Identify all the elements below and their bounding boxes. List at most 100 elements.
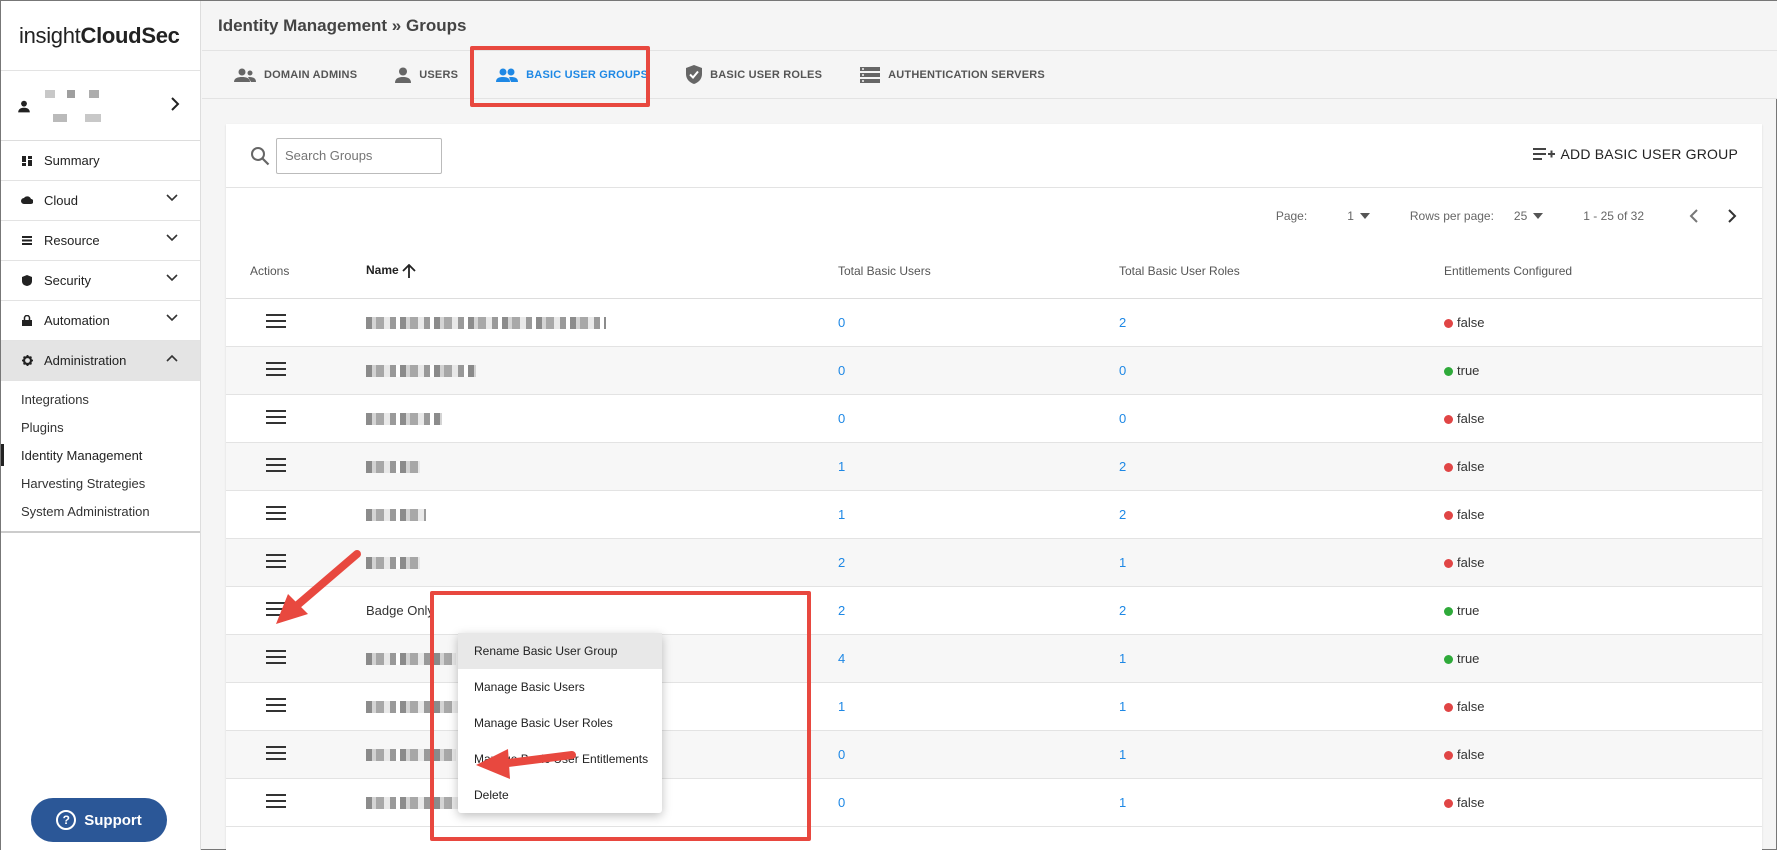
total-roles-link[interactable]: 2 xyxy=(1119,603,1126,618)
menu-icon[interactable] xyxy=(266,313,286,328)
table-row: 1 2 false xyxy=(226,490,1762,539)
actions-cell xyxy=(226,442,354,491)
add-basic-user-group-button[interactable]: ADD BASIC USER GROUP xyxy=(1532,146,1738,162)
total-users-link[interactable]: 0 xyxy=(838,795,845,810)
header-total-users[interactable]: Total Basic Users xyxy=(838,244,1119,299)
users-cell: 0 xyxy=(838,730,1119,779)
sidebar-item-summary[interactable]: Summary xyxy=(1,141,200,181)
group-name-redacted xyxy=(366,317,606,330)
header-total-roles[interactable]: Total Basic User Roles xyxy=(1119,244,1444,299)
total-users-link[interactable]: 1 xyxy=(838,699,845,714)
logo-prefix: insight xyxy=(19,22,81,48)
total-roles-link[interactable]: 0 xyxy=(1119,411,1126,426)
user-group-icon xyxy=(234,68,256,82)
shield-icon xyxy=(21,275,33,287)
menu-icon[interactable] xyxy=(266,457,286,472)
subnav-item-harvesting-strategies[interactable]: Harvesting Strategies xyxy=(1,469,200,497)
sidebar-item-security[interactable]: Security xyxy=(1,261,200,301)
sidebar-item-cloud[interactable]: Cloud xyxy=(1,181,200,221)
total-users-link[interactable]: 2 xyxy=(838,555,845,570)
menu-icon[interactable] xyxy=(266,601,286,616)
tab-bar: DOMAIN ADMINS USERS BASIC USER GROUPS BA… xyxy=(202,51,1777,99)
user-account[interactable] xyxy=(1,71,200,141)
menu-icon[interactable] xyxy=(266,697,286,712)
total-users-link[interactable]: 1 xyxy=(838,507,845,522)
total-users-link[interactable]: 2 xyxy=(838,603,845,618)
menu-icon[interactable] xyxy=(266,793,286,808)
menu-icon[interactable] xyxy=(266,361,286,376)
entitlements-value: false xyxy=(1457,554,1485,570)
users-cell: 0 xyxy=(838,778,1119,827)
subnav-item-identity-management[interactable]: Identity Management xyxy=(1,441,200,469)
menu-icon[interactable] xyxy=(266,409,286,424)
menu-item-manage-entitlements[interactable]: Manage Basic User Entitlements xyxy=(458,741,662,777)
menu-icon[interactable] xyxy=(266,745,286,760)
tab-label: USERS xyxy=(419,68,459,81)
total-roles-link[interactable]: 1 xyxy=(1119,555,1126,570)
rows-per-page-select[interactable]: 25 xyxy=(1514,209,1544,223)
search-input[interactable] xyxy=(276,137,442,174)
total-users-link[interactable]: 0 xyxy=(838,411,845,426)
menu-item-manage-roles[interactable]: Manage Basic User Roles xyxy=(458,705,662,741)
actions-cell xyxy=(226,538,354,587)
sidebar-item-automation[interactable]: Automation xyxy=(1,301,200,341)
page-select[interactable]: 1 xyxy=(1347,209,1370,223)
sidebar-item-resource[interactable]: Resource xyxy=(1,221,200,261)
tab-domain-admins[interactable]: DOMAIN ADMINS xyxy=(234,51,371,99)
chevron-down-icon xyxy=(166,194,178,202)
caret-down-icon xyxy=(1359,213,1370,219)
group-name-redacted xyxy=(366,749,456,762)
total-roles-link[interactable]: 1 xyxy=(1119,651,1126,666)
add-button-label: ADD BASIC USER GROUP xyxy=(1560,146,1738,162)
name-cell xyxy=(354,442,838,491)
name-cell xyxy=(354,490,838,539)
total-roles-link[interactable]: 2 xyxy=(1119,315,1126,330)
table-row: 0 0 false xyxy=(226,394,1762,443)
total-roles-link[interactable]: 1 xyxy=(1119,795,1126,810)
total-roles-link[interactable]: 1 xyxy=(1119,747,1126,762)
total-users-link[interactable]: 1 xyxy=(838,459,845,474)
total-roles-link[interactable]: 2 xyxy=(1119,507,1126,522)
total-users-link[interactable]: 4 xyxy=(838,651,845,666)
users-cell: 1 xyxy=(838,490,1119,539)
list-icon xyxy=(21,235,33,247)
help-icon: ? xyxy=(56,810,77,830)
total-users-link[interactable]: 0 xyxy=(838,747,845,762)
sidebar-item-administration[interactable]: Administration xyxy=(1,341,200,381)
total-roles-link[interactable]: 2 xyxy=(1119,459,1126,474)
total-roles-link[interactable]: 0 xyxy=(1119,363,1126,378)
header-name[interactable]: Name xyxy=(354,244,838,299)
app-logo[interactable]: insight CloudSec xyxy=(1,1,200,71)
support-button[interactable]: ? Support xyxy=(31,798,167,842)
tab-users[interactable]: USERS xyxy=(395,51,472,99)
status-dot xyxy=(1444,366,1453,376)
menu-icon[interactable] xyxy=(266,649,286,664)
tab-basic-user-roles[interactable]: BASIC USER ROLES xyxy=(686,51,836,99)
header-entitlements[interactable]: Entitlements Configured xyxy=(1444,244,1762,299)
chevron-down-icon xyxy=(166,274,178,282)
chevron-right-icon[interactable] xyxy=(1722,208,1742,224)
tab-authentication-servers[interactable]: AUTHENTICATION SERVERS xyxy=(860,51,1059,99)
tab-label: BASIC USER ROLES xyxy=(710,68,823,81)
menu-icon[interactable] xyxy=(266,505,286,520)
roles-cell: 2 xyxy=(1119,298,1444,347)
subnav-item-system-administration[interactable]: System Administration xyxy=(1,497,200,525)
total-users-link[interactable]: 0 xyxy=(838,315,845,330)
subnav-item-plugins[interactable]: Plugins xyxy=(1,413,200,441)
menu-item-manage-users[interactable]: Manage Basic Users xyxy=(458,669,662,705)
subnav-item-integrations[interactable]: Integrations xyxy=(1,385,200,413)
status-dot xyxy=(1444,654,1453,664)
chevron-right-icon[interactable] xyxy=(170,97,180,111)
total-roles-link[interactable]: 1 xyxy=(1119,699,1126,714)
rows-per-page-label: Rows per page: xyxy=(1409,209,1494,223)
status-dot xyxy=(1444,702,1453,712)
chevron-left-icon[interactable] xyxy=(1684,208,1704,224)
menu-icon[interactable] xyxy=(266,553,286,568)
entitlements-cell: false xyxy=(1444,682,1762,731)
roles-cell: 0 xyxy=(1119,346,1444,395)
menu-item-rename-group[interactable]: Rename Basic User Group xyxy=(458,633,662,669)
roles-cell: 1 xyxy=(1119,778,1444,827)
total-users-link[interactable]: 0 xyxy=(838,363,845,378)
table-row: 4 1 true xyxy=(226,634,1762,683)
menu-item-delete[interactable]: Delete xyxy=(458,777,662,813)
